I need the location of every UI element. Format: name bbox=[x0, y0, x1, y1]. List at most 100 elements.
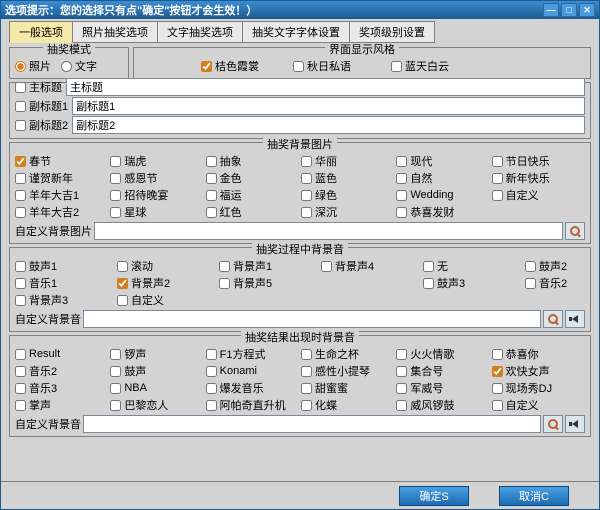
option-爆发音乐[interactable]: 爆发音乐 bbox=[206, 380, 299, 396]
option-节日快乐[interactable]: 节日快乐 bbox=[492, 153, 585, 169]
option-谨贺新年[interactable]: 谨贺新年 bbox=[15, 170, 108, 186]
option-Wedding[interactable]: Wedding bbox=[396, 187, 489, 203]
speaker-icon bbox=[572, 315, 578, 323]
browse-bgpic-button[interactable] bbox=[565, 222, 585, 240]
option-音乐1[interactable]: 音乐1 bbox=[15, 275, 115, 291]
option-春节[interactable]: 春节 bbox=[15, 153, 108, 169]
option-福运[interactable]: 福运 bbox=[206, 187, 299, 203]
option-鼓声1[interactable]: 鼓声1 bbox=[15, 258, 115, 274]
tab-prize-level[interactable]: 奖项级别设置 bbox=[349, 21, 435, 43]
tab-photo-lottery[interactable]: 照片抽奖选项 bbox=[72, 21, 158, 43]
style-opt-3[interactable]: 蓝天白云 bbox=[391, 58, 487, 74]
custom-bgpic-input[interactable] bbox=[94, 222, 563, 240]
option-自定义[interactable]: 自定义 bbox=[492, 397, 585, 413]
radio-photo[interactable]: 照片 bbox=[15, 58, 51, 74]
option-Konami[interactable]: Konami bbox=[206, 363, 299, 379]
style-opt-2[interactable]: 秋日私语 bbox=[293, 58, 389, 74]
tab-text-lottery[interactable]: 文字抽奖选项 bbox=[157, 21, 243, 43]
option-自定义[interactable]: 自定义 bbox=[117, 292, 217, 308]
option-NBA[interactable]: NBA bbox=[110, 380, 203, 396]
option-鼓声2[interactable]: 鼓声2 bbox=[525, 258, 585, 274]
minimize-button[interactable]: — bbox=[543, 3, 559, 17]
option-抽象[interactable]: 抽象 bbox=[206, 153, 299, 169]
option-深沉[interactable]: 深沉 bbox=[301, 204, 394, 220]
option-锣声[interactable]: 锣声 bbox=[110, 346, 203, 362]
tab-general[interactable]: 一般选项 bbox=[9, 21, 73, 43]
option-滚动[interactable]: 滚动 bbox=[117, 258, 217, 274]
group-procbgm-title: 抽奖过程中背景音 bbox=[252, 241, 348, 257]
option-背景声1[interactable]: 背景声1 bbox=[219, 258, 319, 274]
option-招待晚宴[interactable]: 招待晚宴 bbox=[110, 187, 203, 203]
maximize-button[interactable]: □ bbox=[561, 3, 577, 17]
option-瑞虎[interactable]: 瑞虎 bbox=[110, 153, 203, 169]
option-背景声2[interactable]: 背景声2 bbox=[117, 275, 217, 291]
option-音乐3[interactable]: 音乐3 bbox=[15, 380, 108, 396]
group-mode-title: 抽奖模式 bbox=[43, 43, 95, 57]
option-羊年大吉1[interactable]: 羊年大吉1 bbox=[15, 187, 108, 203]
option-背景声5[interactable]: 背景声5 bbox=[219, 275, 319, 291]
sub2-title-check[interactable]: 副标题2 bbox=[15, 117, 68, 133]
ok-button[interactable]: 确定S bbox=[399, 486, 469, 506]
option-化蝶[interactable]: 化蝶 bbox=[301, 397, 394, 413]
search-icon bbox=[548, 419, 558, 429]
option-现场秀DJ[interactable]: 现场秀DJ bbox=[492, 380, 585, 396]
option-背景声4[interactable]: 背景声4 bbox=[321, 258, 421, 274]
option-背景声3[interactable]: 背景声3 bbox=[15, 292, 115, 308]
option-欢快女声[interactable]: 欢快女声 bbox=[492, 363, 585, 379]
option-新年快乐[interactable]: 新年快乐 bbox=[492, 170, 585, 186]
custom-procbgm-label: 自定义背景音 bbox=[15, 311, 81, 327]
option-鼓声3[interactable]: 鼓声3 bbox=[423, 275, 523, 291]
custom-procbgm-input[interactable] bbox=[83, 310, 541, 328]
search-icon bbox=[548, 314, 558, 324]
option-华丽[interactable]: 华丽 bbox=[301, 153, 394, 169]
play-procbgm-button[interactable] bbox=[565, 310, 585, 328]
cancel-button[interactable]: 取消C bbox=[499, 486, 569, 506]
option-音乐2[interactable]: 音乐2 bbox=[15, 363, 108, 379]
option-生命之杯[interactable]: 生命之杯 bbox=[301, 346, 394, 362]
option-火火情歌[interactable]: 火火情歌 bbox=[396, 346, 489, 362]
option-军威号[interactable]: 军威号 bbox=[396, 380, 489, 396]
option-F1方程式[interactable]: F1方程式 bbox=[206, 346, 299, 362]
option-恭喜你[interactable]: 恭喜你 bbox=[492, 346, 585, 362]
browse-resbgm-button[interactable] bbox=[543, 415, 563, 433]
option-恭喜发财[interactable]: 恭喜发财 bbox=[396, 204, 489, 220]
option-绿色[interactable]: 绿色 bbox=[301, 187, 394, 203]
sub1-title-check[interactable]: 副标题1 bbox=[15, 98, 68, 114]
play-resbgm-button[interactable] bbox=[565, 415, 585, 433]
option-现代[interactable]: 现代 bbox=[396, 153, 489, 169]
browse-procbgm-button[interactable] bbox=[543, 310, 563, 328]
sub2-title-input[interactable] bbox=[72, 116, 585, 134]
option-红色[interactable]: 红色 bbox=[206, 204, 299, 220]
option-感恩节[interactable]: 感恩节 bbox=[110, 170, 203, 186]
option-掌声[interactable]: 掌声 bbox=[15, 397, 108, 413]
custom-bgpic-label: 自定义背景图片 bbox=[15, 223, 92, 239]
group-bgpic-title: 抽奖背景图片 bbox=[263, 136, 337, 152]
option-鼓声[interactable]: 鼓声 bbox=[110, 363, 203, 379]
option-音乐2[interactable]: 音乐2 bbox=[525, 275, 585, 291]
main-title-input[interactable] bbox=[66, 78, 585, 96]
option-感性小提琴[interactable]: 感性小提琴 bbox=[301, 363, 394, 379]
option-无[interactable]: 无 bbox=[423, 258, 523, 274]
option-Result[interactable]: Result bbox=[15, 346, 108, 362]
option-自定义[interactable]: 自定义 bbox=[492, 187, 585, 203]
option-威风锣鼓[interactable]: 威风锣鼓 bbox=[396, 397, 489, 413]
custom-resbgm-input[interactable] bbox=[83, 415, 541, 433]
style-opt-1[interactable]: 桔色霞裳 bbox=[201, 58, 291, 74]
option-蓝色[interactable]: 蓝色 bbox=[301, 170, 394, 186]
option-金色[interactable]: 金色 bbox=[206, 170, 299, 186]
tab-bar: 一般选项 照片抽奖选项 文字抽奖选项 抽奖文字字体设置 奖项级别设置 bbox=[1, 19, 599, 43]
option-羊年大吉2[interactable]: 羊年大吉2 bbox=[15, 204, 108, 220]
search-icon bbox=[570, 226, 580, 236]
custom-resbgm-label: 自定义背景音 bbox=[15, 416, 81, 432]
main-title-check[interactable]: 主标题 bbox=[15, 79, 62, 95]
option-甜蜜蜜[interactable]: 甜蜜蜜 bbox=[301, 380, 394, 396]
tab-font-settings[interactable]: 抽奖文字字体设置 bbox=[242, 21, 350, 43]
sub1-title-input[interactable] bbox=[72, 97, 585, 115]
option-自然[interactable]: 自然 bbox=[396, 170, 489, 186]
option-星球[interactable]: 星球 bbox=[110, 204, 203, 220]
radio-text[interactable]: 文字 bbox=[61, 58, 97, 74]
option-阿帕奇直升机[interactable]: 阿帕奇直升机 bbox=[206, 397, 299, 413]
option-集合号[interactable]: 集合号 bbox=[396, 363, 489, 379]
option-巴黎恋人[interactable]: 巴黎恋人 bbox=[110, 397, 203, 413]
close-button[interactable]: ✕ bbox=[579, 3, 595, 17]
